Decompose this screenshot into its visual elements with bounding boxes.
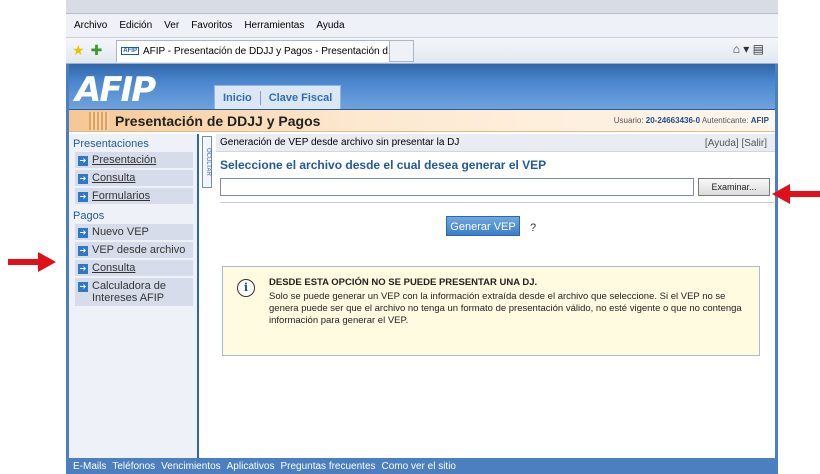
arrow-annotation-left — [8, 252, 56, 272]
afip-favicon-icon: AFIP — [121, 47, 139, 55]
divider — [220, 202, 774, 203]
browse-button[interactable]: Examinar... — [698, 178, 770, 196]
footer-link-telefonos[interactable]: Teléfonos — [112, 461, 155, 472]
sidebar-section-pagos[interactable]: Pagos — [69, 206, 197, 224]
usuario-value: 20-24663436-0 — [645, 116, 701, 125]
arrow-right-icon: ➔ — [78, 282, 88, 292]
autenticante-value: AFIP — [750, 116, 769, 125]
arrow-right-icon: ➔ — [78, 228, 88, 238]
info-heading: DESDE ESTA OPCIÓN NO SE PUEDE PRESENTAR … — [269, 277, 538, 288]
menu-ver[interactable]: Ver — [164, 20, 179, 31]
browser-tab[interactable]: AFIP AFIP - Presentación de DDJJ y Pagos… — [116, 39, 391, 62]
browser-menubar: Archivo Edición Ver Favoritos Herramient… — [66, 14, 778, 38]
sidebar-item-consulta-pagos[interactable]: ➔ Consulta — [75, 260, 193, 276]
page-title: Presentación de DDJJ y Pagos — [115, 112, 321, 129]
sidebar: Presentaciones ➔ Presentación ➔ Consulta ➔… — [69, 134, 199, 458]
nav-inicio[interactable]: Inicio — [215, 92, 260, 104]
home-icon[interactable]: ⌂ ▾ ▤ — [733, 42, 764, 56]
menu-herramientas[interactable]: Herramientas — [244, 20, 304, 31]
info-body: Solo se puede generar un VEP con la info… — [269, 291, 742, 326]
browser-tabbar: ★ ✚ AFIP AFIP - Presentación de DDJJ y P… — [66, 38, 778, 64]
help-mark[interactable]: ? — [530, 222, 536, 234]
ocultar-toggle[interactable]: OCULTAR — [202, 136, 212, 188]
afip-logo[interactable]: AFIP — [75, 70, 156, 110]
select-file-heading: Seleccione el archivo desde el cual dese… — [220, 158, 547, 172]
info-box: i DESDE ESTA OPCIÓN NO SE PUEDE PRESENTA… — [222, 266, 760, 356]
site-header: AFIP Inicio Clave Fiscal — [69, 64, 775, 110]
user-info: Usuario: 20-24663436-0 Autenticante: AFI… — [614, 116, 769, 125]
add-favorite-icon[interactable]: ✚ — [91, 42, 103, 59]
main-content: Generación de VEP desde archivo sin pres… — [216, 134, 775, 458]
autenticante-label: Autenticante: — [701, 116, 749, 125]
sidebar-item-formularios[interactable]: ➔ Formularios — [75, 188, 193, 204]
usuario-label: Usuario: — [613, 116, 644, 125]
ayuda-link[interactable]: [Ayuda] — [705, 138, 739, 149]
page-frame: AFIP Inicio Clave Fiscal Presentación de… — [66, 64, 778, 474]
salir-link[interactable]: [Salir] — [741, 138, 767, 149]
footer: E-Mails Teléfonos Vencimientos Aplicativ… — [69, 458, 775, 474]
footer-link-vencimientos[interactable]: Vencimientos — [161, 461, 220, 472]
menu-ayuda[interactable]: Ayuda — [316, 20, 344, 31]
title-decoration — [89, 111, 109, 130]
arrow-right-icon: ➔ — [78, 192, 88, 202]
tab-title: AFIP - Presentación de DDJJ y Pagos - Pr… — [142, 45, 391, 57]
sidebar-item-calculadora[interactable]: ➔ Calculadora de Intereses AFIP — [75, 278, 193, 306]
top-nav: Inicio Clave Fiscal — [214, 85, 342, 109]
window-top-strip — [66, 0, 778, 14]
menu-favoritos[interactable]: Favoritos — [191, 20, 232, 31]
file-row: Examinar... — [220, 178, 770, 196]
sidebar-item-nuevo-vep[interactable]: ➔ Nuevo VEP — [75, 224, 193, 240]
arrow-right-icon: ➔ — [78, 246, 88, 256]
sidebar-item-vep-desde-archivo[interactable]: ➔ VEP desde archivo — [75, 242, 193, 258]
nav-clave-fiscal[interactable]: Clave Fiscal — [261, 92, 341, 104]
footer-link-como-ver[interactable]: Como ver el sitio — [382, 461, 456, 472]
generar-vep-button[interactable]: Generar VEP — [446, 216, 520, 236]
sidebar-item-presentacion[interactable]: ➔ Presentación — [75, 152, 193, 168]
arrow-right-icon: ➔ — [78, 156, 88, 166]
footer-link-preguntas[interactable]: Preguntas frecuentes — [280, 461, 375, 472]
menu-edicion[interactable]: Edición — [119, 20, 152, 31]
section-header: Generación de VEP desde archivo sin pres… — [216, 134, 775, 152]
favorites-star-icon[interactable]: ★ — [72, 42, 85, 59]
new-tab-button[interactable] — [390, 39, 415, 62]
footer-link-aplicativos[interactable]: Aplicativos — [227, 461, 275, 472]
footer-link-emails[interactable]: E-Mails — [73, 461, 106, 472]
info-icon: i — [237, 279, 255, 297]
section-title: Generación de VEP desde archivo sin pres… — [220, 137, 460, 148]
file-path-input[interactable] — [220, 178, 694, 196]
arrow-annotation-right — [772, 184, 820, 204]
arrow-right-icon: ➔ — [78, 264, 88, 274]
page-titlebar: Presentación de DDJJ y Pagos Usuario: 20… — [69, 110, 775, 132]
sidebar-section-presentaciones[interactable]: Presentaciones — [69, 134, 197, 152]
menu-archivo[interactable]: Archivo — [74, 20, 107, 31]
arrow-right-icon: ➔ — [78, 174, 88, 184]
sidebar-item-consulta[interactable]: ➔ Consulta — [75, 170, 193, 186]
header-links: [Ayuda] [Salir] — [705, 138, 767, 149]
